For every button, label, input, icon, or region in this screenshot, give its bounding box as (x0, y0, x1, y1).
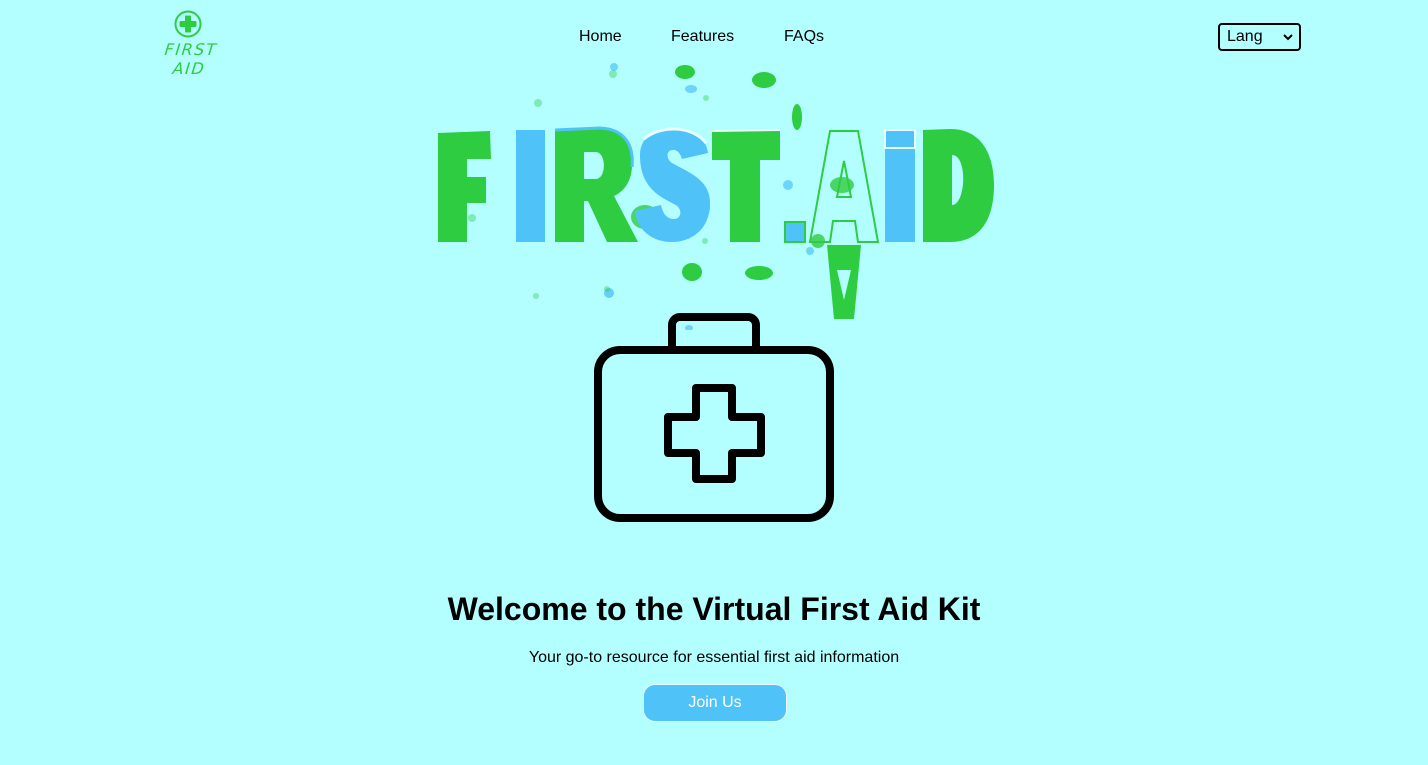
plus-circle-icon (174, 10, 202, 38)
first-aid-hero-art (438, 63, 994, 330)
join-us-button[interactable]: Join Us (643, 684, 787, 722)
nav-features-link[interactable]: Features (671, 27, 734, 47)
nav-faqs-link[interactable]: FAQs (784, 27, 824, 47)
nav-home-link[interactable]: Home (579, 27, 622, 47)
language-select-value: Lang (1227, 28, 1263, 45)
logo-text: FIRST AID (163, 40, 219, 78)
first-aid-kit-icon (594, 313, 834, 522)
welcome-subtitle: Your go-to resource for essential first … (528, 649, 900, 666)
language-select[interactable]: Lang (1218, 23, 1301, 51)
chevron-down-icon (1283, 34, 1293, 41)
welcome-title: Welcome to the Virtual First Aid Kit (447, 591, 981, 627)
page: FIRST AID Home Features FAQs Lang Welcom… (0, 0, 1428, 765)
logo[interactable]: FIRST AID (148, 9, 232, 78)
first-aid-lettering (438, 126, 994, 319)
